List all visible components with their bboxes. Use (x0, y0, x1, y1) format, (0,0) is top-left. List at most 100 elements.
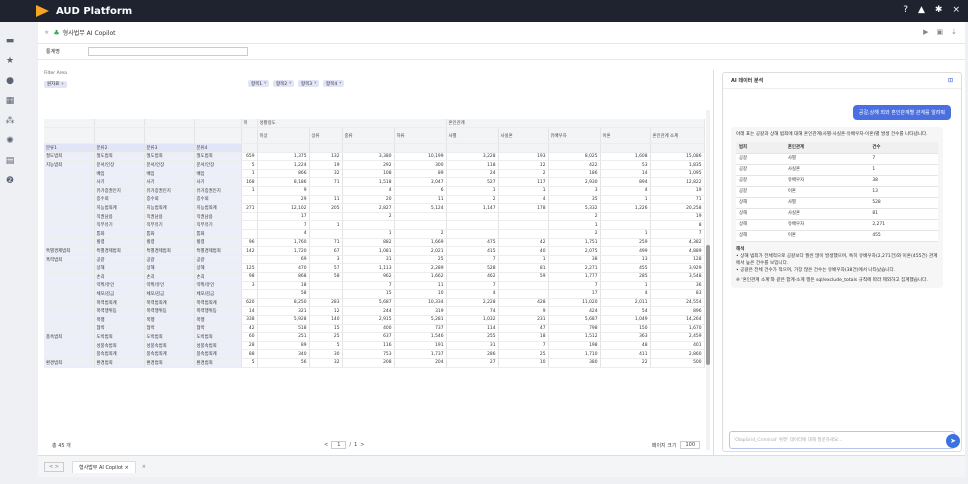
value-cell[interactable]: 59 (498, 272, 549, 282)
row-label-cell[interactable]: 배임 (194, 169, 242, 179)
row-label-cell[interactable]: 폭행 (194, 315, 242, 325)
page-input[interactable]: 1 (331, 441, 347, 449)
row-label-cell[interactable] (44, 169, 95, 179)
value-cell[interactable] (498, 229, 549, 239)
row-dim-header[interactable]: 분류4 (194, 143, 242, 153)
row-label-cell[interactable]: 손괴 (144, 272, 195, 282)
value-cell[interactable]: 48 (600, 341, 651, 351)
value-cell[interactable]: 5,332 (548, 203, 601, 213)
row-label-cell[interactable] (44, 349, 95, 359)
value-cell[interactable]: 1,512 (548, 332, 601, 342)
value-cell[interactable]: 401 (650, 341, 705, 351)
value-cell[interactable] (394, 220, 447, 231)
value-cell[interactable]: 4,889 (650, 246, 705, 256)
value-cell[interactable]: 5 (309, 341, 343, 351)
value-cell[interactable]: 118 (446, 160, 499, 170)
value-cell[interactable]: 2,075 (548, 246, 601, 256)
value-cell[interactable]: 11,020 (548, 298, 601, 308)
value-cell[interactable]: 271 (241, 203, 258, 213)
value-cell[interactable]: 4 (257, 229, 310, 239)
folder-icon[interactable]: ▬ (6, 36, 15, 46)
row-label-cell[interactable]: 사기 (194, 177, 242, 188)
row-label-cell[interactable]: 체포/감금 (144, 289, 195, 299)
value-cell[interactable]: 499 (600, 246, 651, 256)
value-cell[interactable]: 1 (600, 195, 651, 205)
value-cell[interactable]: 428 (498, 298, 549, 308)
row-label-cell[interactable]: 공갈 (194, 255, 242, 265)
row-label-cell[interactable]: 특별경제범죄 (194, 246, 242, 256)
value-cell[interactable]: 1 (309, 220, 343, 231)
value-cell[interactable]: 42 (241, 324, 258, 334)
row-label-cell[interactable] (44, 177, 95, 188)
gear-icon[interactable]: ✺ (6, 136, 14, 146)
value-cell[interactable]: 36 (650, 281, 705, 291)
value-cell[interactable]: 321 (257, 306, 310, 316)
value-cell[interactable]: 4,382 (650, 238, 705, 248)
row-label-cell[interactable]: 상해 (194, 263, 242, 273)
value-cell[interactable]: 1,669 (394, 238, 447, 248)
value-cell[interactable] (309, 289, 343, 299)
page-size-input[interactable]: 100 (680, 441, 700, 449)
value-cell[interactable]: 14 (241, 306, 258, 316)
value-cell[interactable]: 71 (309, 177, 343, 188)
row-label-cell[interactable] (44, 229, 95, 239)
value-cell[interactable]: 114 (446, 324, 499, 334)
value-cell[interactable]: 5 (241, 358, 258, 368)
network-icon[interactable]: ⁂ (6, 116, 15, 126)
value-cell[interactable]: 24 (446, 169, 499, 179)
row-label-cell[interactable]: 도박범죄 (194, 332, 242, 342)
value-cell[interactable]: 12 (498, 160, 549, 170)
value-cell[interactable]: 7 (650, 229, 705, 239)
row-label-cell[interactable]: 유가증권인지 (194, 186, 242, 196)
value-cell[interactable]: 81 (498, 263, 549, 273)
value-cell[interactable]: 47 (498, 324, 549, 334)
row-label-cell[interactable]: 통화 (144, 229, 195, 239)
row-label-cell[interactable]: 공갈 (94, 255, 145, 265)
value-cell[interactable]: 470 (257, 263, 310, 273)
value-cell[interactable]: 527 (446, 177, 499, 188)
row-dim-header[interactable]: 분류2 (94, 143, 145, 153)
value-cell[interactable]: 3 (548, 186, 601, 196)
value-cell[interactable] (446, 229, 499, 239)
column-header[interactable]: 하류 (394, 127, 447, 145)
row-label-cell[interactable]: 유가증권인지 (144, 186, 195, 196)
row-label-cell[interactable]: 문서/인장 (94, 160, 145, 170)
value-cell[interactable]: 96 (241, 238, 258, 248)
value-cell[interactable]: 27 (446, 358, 499, 368)
value-cell[interactable]: 2 (394, 229, 447, 239)
value-cell[interactable]: 1 (241, 169, 258, 179)
value-cell[interactable]: 125 (241, 263, 258, 273)
value-cell[interactable]: 7 (498, 341, 549, 351)
value-cell[interactable]: 8,025 (548, 152, 601, 162)
value-cell[interactable]: 363 (600, 332, 651, 342)
tab-nav-buttons[interactable]: < > (44, 461, 64, 472)
value-cell[interactable]: 89 (394, 169, 447, 179)
row-label-cell[interactable]: 약취/유인 (194, 281, 242, 291)
value-cell[interactable]: 255 (446, 332, 499, 342)
value-cell[interactable]: 205 (309, 203, 343, 213)
value-cell[interactable]: 186 (548, 169, 601, 179)
close-all-icon[interactable]: × (142, 464, 146, 470)
value-cell[interactable]: 7 (548, 281, 601, 291)
row-label-cell[interactable]: 도박범죄 (144, 332, 195, 342)
value-cell[interactable]: 14,264 (650, 315, 705, 325)
value-cell[interactable]: 1,081 (342, 246, 395, 256)
value-cell[interactable]: 500 (650, 358, 705, 368)
row-label-cell[interactable]: 절도범죄 (194, 152, 242, 162)
value-cell[interactable]: 1,608 (600, 152, 651, 162)
value-cell[interactable]: 3,929 (650, 263, 705, 273)
value-cell[interactable]: 191 (394, 341, 447, 351)
row-label-cell[interactable]: 증수뢰 (194, 195, 242, 205)
value-cell[interactable]: 3,047 (394, 177, 447, 188)
value-cell[interactable]: 2,915 (342, 315, 395, 325)
value-cell[interactable]: 2 (548, 212, 601, 222)
value-cell[interactable]: 5,124 (394, 203, 447, 213)
filter-input[interactable] (87, 47, 248, 56)
grid-vertical-scrollbar[interactable] (706, 110, 710, 450)
value-cell[interactable]: 1,147 (446, 203, 499, 213)
value-cell[interactable]: 20,258 (650, 203, 705, 213)
row-label-cell[interactable]: 문서/인장 (194, 160, 242, 170)
value-cell[interactable]: 7 (446, 255, 499, 265)
value-cell[interactable]: 5,281 (394, 315, 447, 325)
value-cell[interactable] (309, 186, 343, 196)
